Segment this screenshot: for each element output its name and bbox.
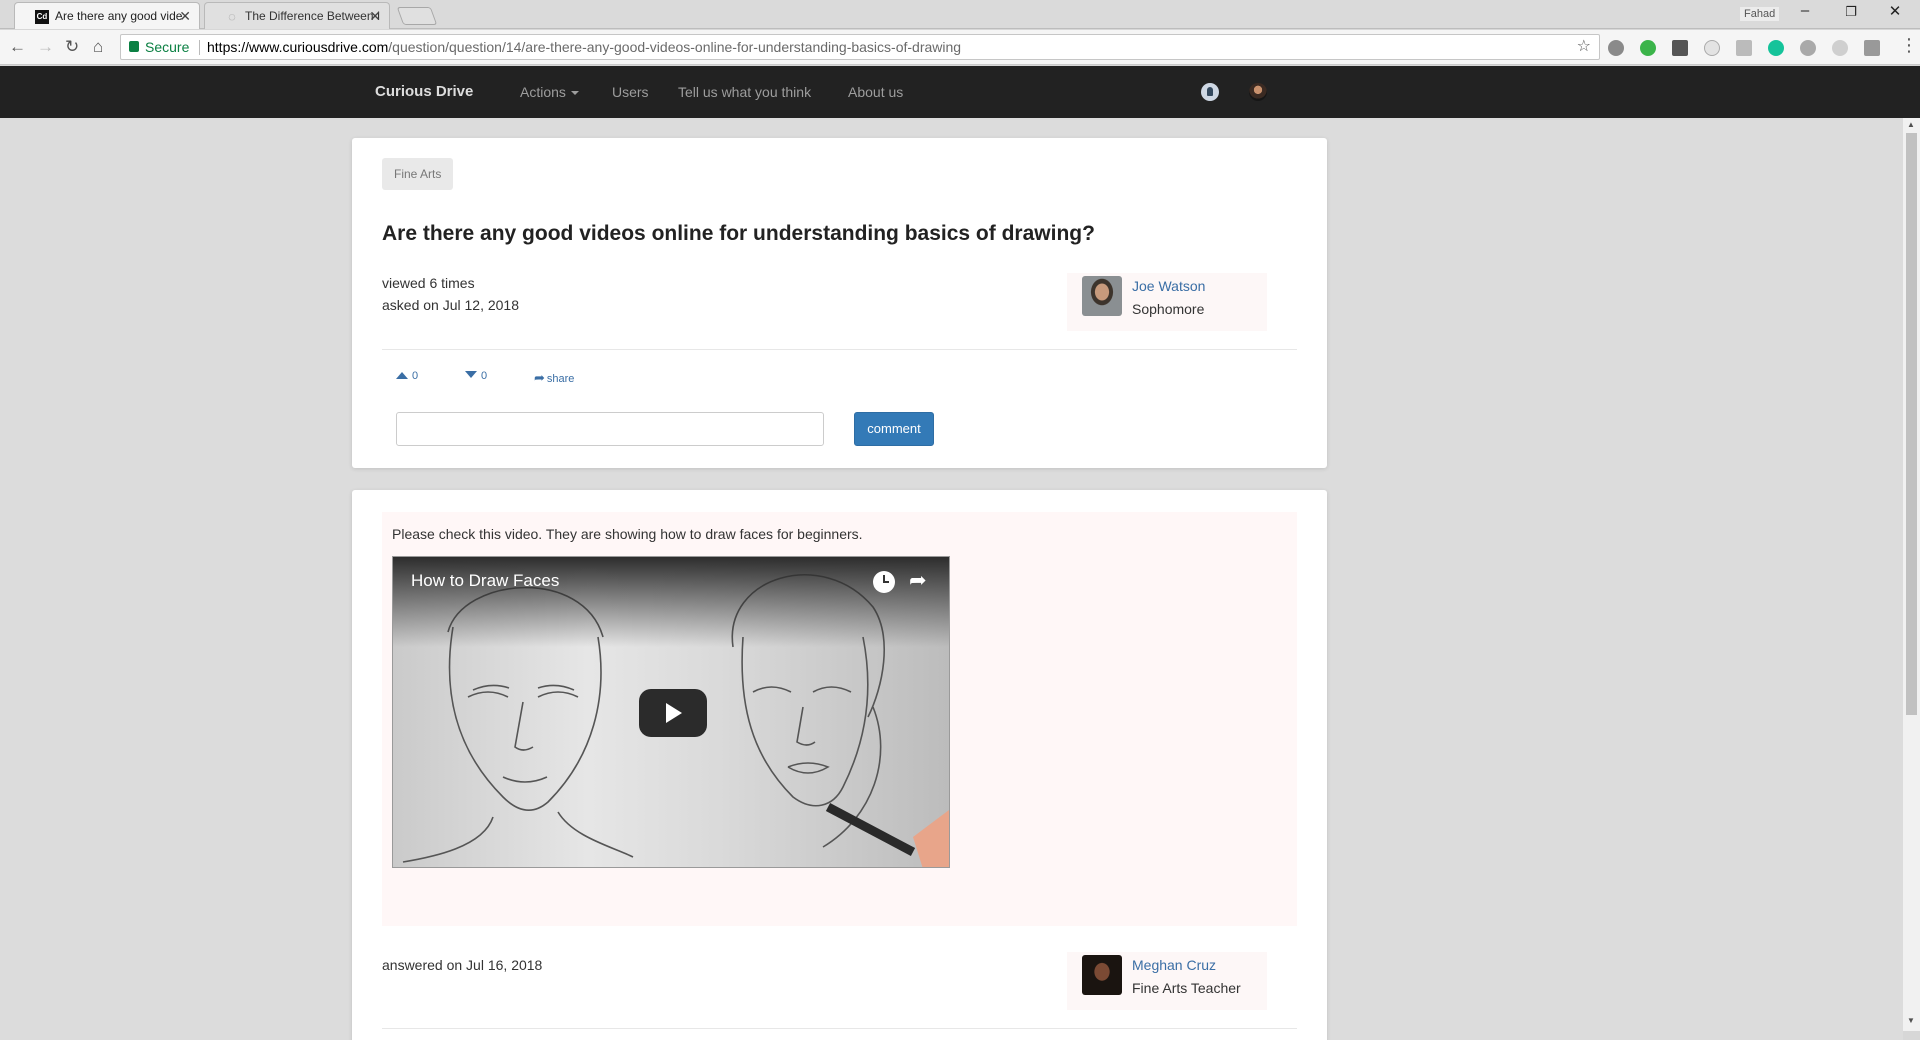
answer-author-card: Meghan Cruz Fine Arts Teacher	[1067, 952, 1267, 1010]
browser-tab-active[interactable]: Cd Are there any good vide ✕	[14, 2, 200, 29]
extension-circle-icon[interactable]	[1704, 40, 1720, 56]
tab-title: Are there any good vide	[55, 9, 183, 23]
extension-disc-icon[interactable]	[1832, 40, 1848, 56]
answered-date: answered on Jul 16, 2018	[382, 957, 543, 973]
divider	[382, 349, 1297, 350]
extension-x-icon[interactable]	[1672, 40, 1688, 56]
url-path: /question/question/14/are-there-any-good…	[388, 39, 962, 55]
tab-title: The Difference Between I	[245, 9, 381, 23]
asked-date: asked on Jul 12, 2018	[382, 297, 519, 313]
scrollbar-thumb[interactable]	[1906, 133, 1917, 715]
secure-label: Secure	[145, 39, 190, 55]
user-avatar[interactable]	[1249, 83, 1267, 101]
url-host: https://www.curiousdrive.com	[207, 39, 389, 55]
answer-text: Please check this video. They are showin…	[392, 526, 863, 542]
divider	[382, 1028, 1297, 1029]
share-arrow-icon: ➦	[534, 370, 545, 385]
question-card: Fine Arts Are there any good videos onli…	[352, 138, 1327, 468]
minimize-icon[interactable]: –	[1790, 2, 1820, 19]
url-text[interactable]: https://www.curiousdrive.com/question/qu…	[207, 35, 961, 59]
bookmark-star-icon[interactable]: ☆	[1577, 35, 1591, 59]
arrow-up-icon	[396, 372, 408, 379]
video-share-icon[interactable]: ➦	[909, 568, 927, 593]
nav-actions-dropdown[interactable]: Actions	[520, 84, 579, 100]
youtube-video-embed[interactable]: How to Draw Faces ➦	[392, 556, 950, 868]
curiousdrive-favicon-icon: Cd	[35, 10, 49, 24]
site-brand[interactable]: Curious Drive	[375, 83, 473, 100]
nav-link-feedback[interactable]: Tell us what you think	[678, 84, 811, 100]
caret-down-icon	[570, 91, 579, 96]
downvote-button[interactable]: 0	[465, 370, 487, 382]
forward-arrow-icon[interactable]: →	[37, 37, 54, 57]
new-tab-button[interactable]	[396, 7, 438, 25]
arrow-down-icon	[465, 371, 477, 378]
extension-globe-icon[interactable]	[1608, 40, 1624, 56]
nav-link-about[interactable]: About us	[848, 84, 903, 100]
author-role: Sophomore	[1132, 301, 1205, 317]
scroll-down-icon[interactable]: ▼	[1907, 1016, 1915, 1025]
question-author-card: Joe Watson Sophomore	[1067, 273, 1267, 331]
author-avatar[interactable]	[1082, 955, 1122, 995]
extension-k-icon[interactable]	[1864, 40, 1880, 56]
browser-tab-strip: Cd Are there any good vide ✕ ◌ The Diffe…	[0, 0, 1920, 29]
loading-favicon-icon: ◌	[228, 9, 236, 24]
site-navbar: Curious Drive Actions Users Tell us what…	[0, 66, 1920, 118]
video-title[interactable]: How to Draw Faces	[411, 571, 559, 591]
question-title: Are there any good videos online for und…	[382, 222, 1095, 245]
answer-card: Please check this video. They are showin…	[352, 490, 1327, 1040]
restore-icon[interactable]: ❐	[1836, 4, 1866, 20]
answer-body: Please check this video. They are showin…	[382, 512, 1297, 926]
nav-link-users[interactable]: Users	[612, 84, 649, 100]
view-count: viewed 6 times	[382, 275, 475, 291]
browser-tab-inactive[interactable]: ◌ The Difference Between I ✕	[204, 2, 390, 29]
nav-actions-label: Actions	[520, 84, 566, 100]
back-arrow-icon[interactable]: ←	[9, 37, 26, 57]
share-label: share	[546, 373, 575, 385]
lock-icon	[129, 41, 139, 52]
close-window-icon[interactable]: ✕	[1880, 2, 1910, 20]
author-name-link[interactable]: Joe Watson	[1132, 278, 1205, 294]
upvote-count: 0	[412, 370, 419, 382]
author-name-link[interactable]: Meghan Cruz	[1132, 957, 1216, 973]
address-bar[interactable]: Secure https://www.curiousdrive.com/ques…	[120, 34, 1600, 60]
extension-g-icon[interactable]	[1736, 40, 1752, 56]
author-role: Fine Arts Teacher	[1132, 980, 1241, 996]
page-scrollbar[interactable]: ▲ ▼	[1903, 118, 1920, 1031]
notification-bell-icon[interactable]	[1201, 83, 1219, 101]
watch-later-clock-icon[interactable]	[873, 571, 895, 593]
upvote-button[interactable]: 0	[396, 370, 418, 382]
extension-power-icon[interactable]	[1640, 40, 1656, 56]
category-tag[interactable]: Fine Arts	[382, 158, 454, 190]
reload-icon[interactable]: ↻	[65, 37, 79, 57]
grammarly-icon[interactable]	[1768, 40, 1784, 56]
comment-button[interactable]: comment	[854, 412, 934, 446]
page-content: Fine Arts Are there any good videos onli…	[0, 118, 1903, 1040]
adblock-plus-icon[interactable]	[1800, 40, 1816, 56]
close-tab-icon[interactable]: ✕	[369, 3, 381, 29]
browser-profile-name[interactable]: Fahad	[1740, 7, 1780, 21]
browser-menu-icon[interactable]: ⋮	[1900, 35, 1918, 56]
home-icon[interactable]: ⌂	[93, 37, 103, 57]
close-tab-icon[interactable]: ✕	[179, 3, 191, 29]
author-avatar[interactable]	[1082, 276, 1122, 316]
share-button[interactable]: ➦ share	[534, 370, 574, 386]
comment-input[interactable]	[396, 412, 824, 446]
browser-toolbar: ← → ↻ ⌂ Secure https://www.curiousdrive.…	[0, 30, 1920, 65]
address-separator	[199, 40, 200, 55]
play-button-icon[interactable]	[639, 689, 707, 737]
downvote-count: 0	[481, 370, 488, 382]
scroll-up-icon[interactable]: ▲	[1907, 120, 1915, 129]
